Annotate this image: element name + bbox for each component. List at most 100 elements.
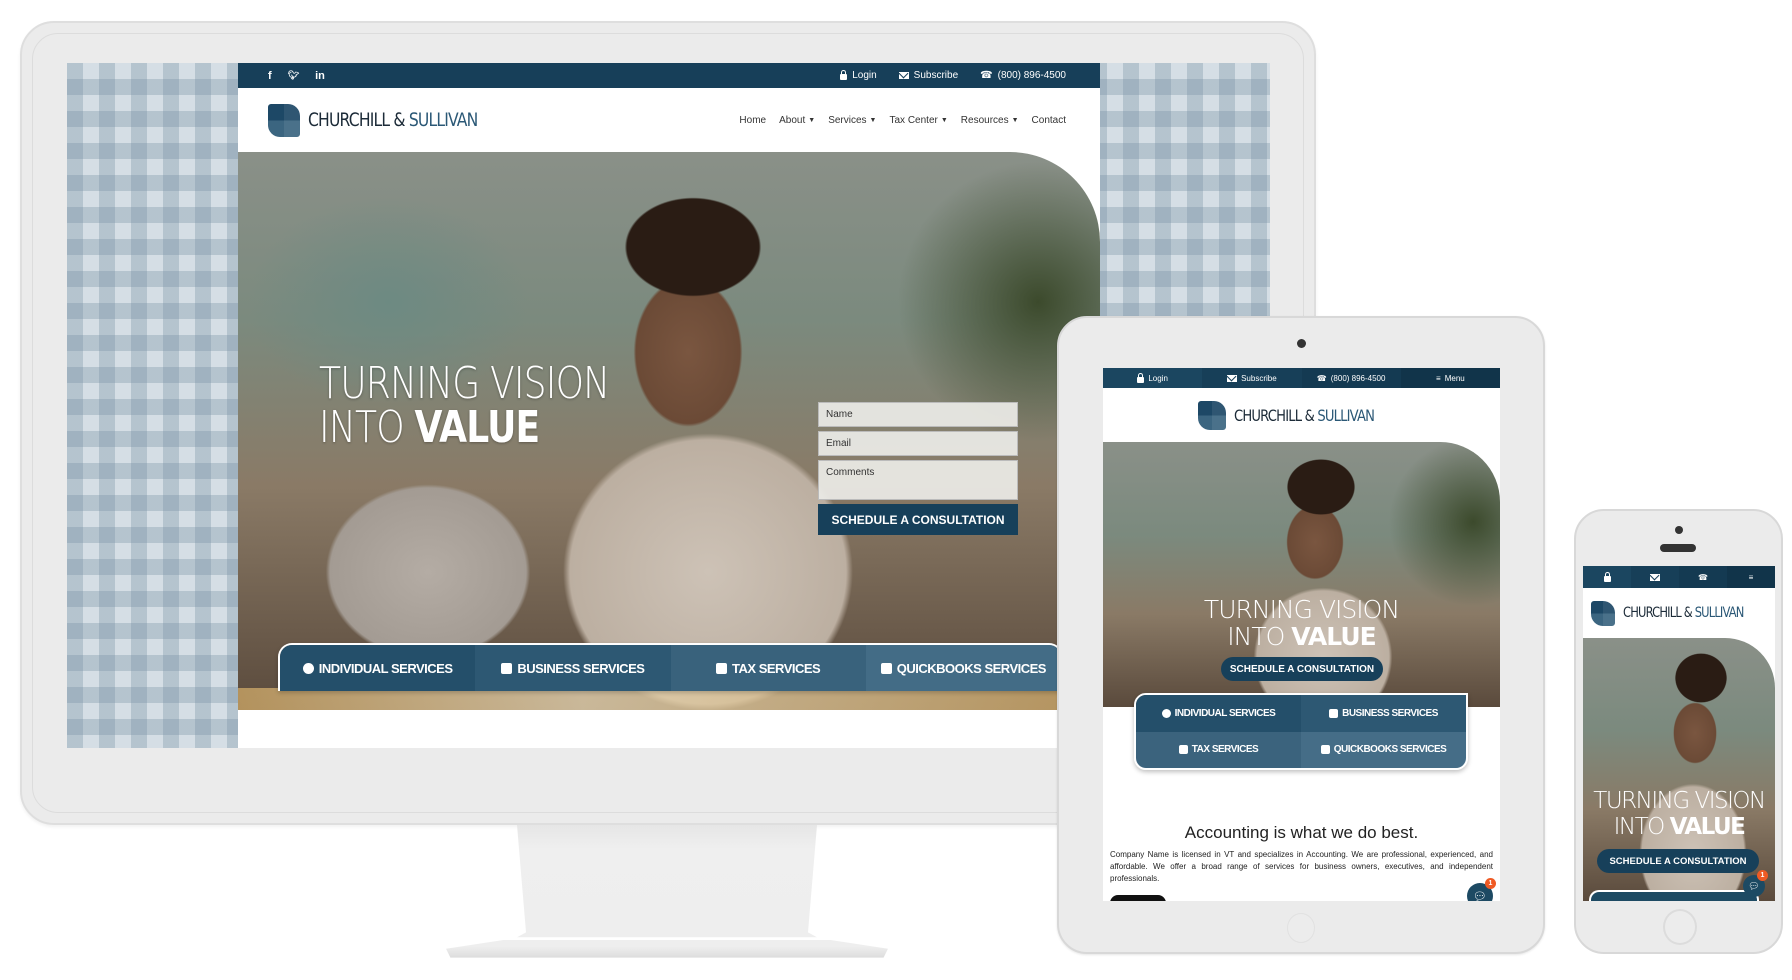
name-input[interactable]: Name [818,402,1018,427]
phone-number: (800) 896-4500 [997,70,1066,81]
email-input[interactable]: Email [818,431,1018,456]
desktop-website: f 🐦︎ in Login Subscribe ☎︎ (800) 896-450… [238,63,1100,748]
schedule-consultation-button[interactable]: SCHEDULE A CONSULTATION [818,504,1018,535]
phone-header: CHURCHILL & SULLIVAN [1583,588,1775,638]
service-label: QUICKBOOKS SERVICES [896,660,1047,676]
logo-text: CHURCHILL & SULLIVAN [1234,405,1375,425]
logo-text-part2: SULLIVAN [1314,405,1375,425]
phone-icon: ☎︎ [980,70,993,81]
comments-textarea[interactable]: Comments [818,460,1018,500]
nav-contact[interactable]: Contact [1032,115,1066,126]
hero-headline-line2: INTO VALUE [1103,623,1500,650]
hero-headline-bold: VALUE [1291,622,1376,651]
logo-text-part1: CHURCHILL & [308,109,406,131]
hero-headline-line1: TURNING VISION [319,358,610,409]
logo-mark-icon [1591,600,1615,626]
logo[interactable]: CHURCHILL & SULLIVAN [268,103,515,137]
hero-table-surface [238,688,1100,710]
calendar-icon [716,662,728,674]
service-label: TAX SERVICES [1191,744,1259,756]
phone-website: ☎︎ ≡ CHURCHILL & SULLIVAN TURNING VISION… [1583,566,1775,901]
tablet-login-link[interactable]: Login [1103,368,1203,388]
nav-home[interactable]: Home [739,115,766,126]
tablet-menu-button[interactable]: ≡ Menu [1400,368,1500,388]
twitter-icon[interactable]: 🐦︎ [288,70,299,82]
phone-speaker [1660,544,1696,552]
calendar-icon [1178,745,1188,755]
nav-label: Tax Center [889,114,938,126]
tablet-hero-headline: TURNING VISION INTO VALUE [1103,596,1500,650]
service-label: QUICKBOOKS SERVICES [1333,744,1447,756]
phone-hero-image: TURNING VISION INTO VALUE SCHEDULE A CON… [1583,638,1775,901]
service-tax[interactable]: TAX SERVICES [670,645,866,691]
logo-text-part1: CHURCHILL & [1234,405,1315,425]
service-business[interactable]: BUSINESS SERVICES [1301,695,1466,732]
nav-tax-center[interactable]: Tax Center ▼ [889,115,947,126]
desktop-topbar: f 🐦︎ in Login Subscribe ☎︎ (800) 896-450… [238,63,1100,88]
service-business[interactable]: BUSINESS SERVICES [475,645,671,691]
phone-icon: ☎︎ [1698,572,1708,582]
lock-icon [840,70,848,80]
phone-menu-button[interactable]: ≡ [1727,566,1775,588]
envelope-icon [898,72,909,79]
hero-headline-light: INTO [1227,622,1292,651]
service-individual[interactable]: INDIVIDUAL SERVICES [1136,695,1301,732]
hamburger-icon: ≡ [1436,373,1441,383]
service-tax[interactable]: TAX SERVICES [1136,731,1301,768]
nav-resources[interactable]: Resources ▼ [961,115,1019,126]
phone-number: (800) 896-4500 [1330,373,1386,383]
hero-headline-bold: VALUE [414,402,540,453]
phone-subscribe-button[interactable] [1631,566,1679,588]
tablet-services-grid: INDIVIDUAL SERVICES BUSINESS SERVICES TA… [1134,693,1468,770]
topbar-actions: Login Subscribe ☎︎ (800) 896-4500 [840,70,1066,81]
tablet-logo[interactable]: CHURCHILL & SULLIVAN [1198,400,1405,430]
service-label: TAX SERVICES [732,660,821,676]
phone-login-button[interactable] [1583,566,1631,588]
nav-label: Home [739,114,767,126]
nav-label: Services [828,114,867,126]
phone-services-bar[interactable] [1589,890,1759,901]
monitor-stand [517,825,817,938]
chat-button[interactable]: 💬︎ 1 [1467,878,1496,901]
user-circle-icon [1161,708,1171,718]
service-label: BUSINESS SERVICES [517,660,645,676]
facebook-icon[interactable]: f [268,70,272,82]
nav-services[interactable]: Services ▼ [828,115,876,126]
nav-label: Contact [1031,114,1066,126]
intro-paragraph: Company Name is licensed in VT and speci… [1110,850,1493,883]
phone-schedule-consultation-button[interactable]: SCHEDULE A CONSULTATION [1597,849,1759,873]
caret-down-icon: ▼ [869,116,877,124]
phone-link[interactable]: ☎︎ (800) 896-4500 [980,70,1066,81]
tablet-schedule-consultation-button[interactable]: SCHEDULE A CONSULTATION [1221,657,1383,681]
chat-button[interactable]: 💬︎ 1 [1743,870,1768,897]
hero-headline-light: INTO [1613,814,1670,840]
desktop-header: CHURCHILL & SULLIVAN Home About ▼ Service… [238,88,1100,152]
chat-notification-badge: 1 [1485,878,1496,889]
learn-more-button[interactable] [1110,895,1166,901]
tablet-phone-link[interactable]: ☎︎ (800) 896-4500 [1301,368,1401,388]
envelope-icon [1650,573,1660,581]
nav-about[interactable]: About ▼ [779,115,815,126]
logo-text-part2: SULLIVAN [1691,605,1745,621]
main-nav: Home About ▼ Services ▼ Tax Center ▼ Resour… [739,115,1066,126]
service-quickbooks[interactable]: QUICKBOOKS SERVICES [1301,731,1466,768]
user-circle-icon [302,662,314,674]
book-icon [1320,745,1330,755]
social-links: f 🐦︎ in [268,70,325,82]
hero-headline-bold: VALUE [1669,814,1746,840]
service-quickbooks[interactable]: QUICKBOOKS SERVICES [865,645,1061,691]
linkedin-icon[interactable]: in [315,70,325,82]
subscribe-link[interactable]: Subscribe [898,70,958,81]
phone-logo[interactable]: CHURCHILL & SULLIVAN [1591,600,1770,626]
logo-text: CHURCHILL & SULLIVAN [1623,605,1744,621]
tablet-subscribe-link[interactable]: Subscribe [1202,368,1302,388]
phone-call-button[interactable]: ☎︎ [1679,566,1727,588]
tablet-header: CHURCHILL & SULLIVAN [1103,388,1500,442]
logo-text-part1: CHURCHILL & [1623,605,1693,621]
service-individual[interactable]: INDIVIDUAL SERVICES [280,645,476,691]
phone-home-button [1663,909,1697,945]
login-link[interactable]: Login [840,70,877,81]
hero-headline-line1: TURNING VISION [1203,595,1400,624]
monitor-stand-base [446,940,888,958]
tablet-hero-image: TURNING VISION INTO VALUE SCHEDULE A CON… [1103,442,1500,707]
